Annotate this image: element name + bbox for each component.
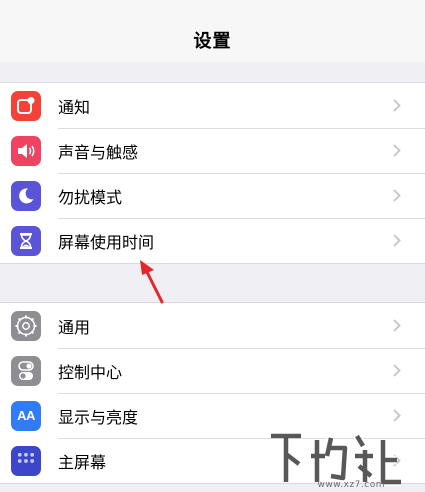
row-label: 屏幕使用时间 xyxy=(58,232,155,252)
settings-row-sounds[interactable]: 声音与触感 xyxy=(0,128,425,173)
chevron-right-icon xyxy=(393,364,401,377)
chevron-right-icon xyxy=(393,454,401,467)
row-label: 通用 xyxy=(58,317,91,337)
general-gear-icon xyxy=(11,310,41,341)
section-spacer xyxy=(0,264,425,302)
settings-screen: 设置 通知 声音与触感 勿扰模式 屏幕使用时间 通用 控制中心 AA 显示与亮度… xyxy=(0,0,425,492)
settings-row-screen-time[interactable]: 屏幕使用时间 xyxy=(0,218,425,263)
settings-group-1: 通知 声音与触感 勿扰模式 屏幕使用时间 xyxy=(0,82,425,264)
status-bar xyxy=(0,0,425,18)
display-brightness-icon: AA xyxy=(11,400,41,431)
settings-row-control-center[interactable]: 控制中心 xyxy=(0,348,425,393)
navigation-bar: 设置 xyxy=(0,18,425,62)
row-label: 勿扰模式 xyxy=(58,187,123,207)
chevron-right-icon xyxy=(393,319,401,332)
home-screen-icon xyxy=(11,445,41,476)
page-title: 设置 xyxy=(193,31,232,52)
settings-row-home-screen[interactable]: 主屏幕 xyxy=(0,438,425,483)
chevron-right-icon xyxy=(393,409,401,422)
chevron-right-icon xyxy=(393,144,401,157)
chevron-right-icon xyxy=(393,99,401,112)
row-label: 控制中心 xyxy=(58,362,123,382)
settings-row-general[interactable]: 通用 xyxy=(0,303,425,348)
row-label: 声音与触感 xyxy=(58,142,139,162)
screen-time-hourglass-icon xyxy=(11,225,41,256)
sounds-icon xyxy=(11,135,41,166)
settings-row-do-not-disturb[interactable]: 勿扰模式 xyxy=(0,173,425,218)
settings-group-2: 通用 控制中心 AA 显示与亮度 主屏幕 xyxy=(0,302,425,484)
control-center-icon xyxy=(11,355,41,386)
settings-row-display-brightness[interactable]: AA 显示与亮度 xyxy=(0,393,425,438)
settings-row-notifications[interactable]: 通知 xyxy=(0,83,425,128)
row-label: 主屏幕 xyxy=(58,452,107,472)
section-spacer xyxy=(0,62,425,82)
chevron-right-icon xyxy=(393,189,401,202)
row-label: 通知 xyxy=(58,97,91,117)
do-not-disturb-moon-icon xyxy=(11,180,41,211)
row-label: 显示与亮度 xyxy=(58,407,139,427)
display-icon-text: AA xyxy=(17,408,35,423)
chevron-right-icon xyxy=(393,234,401,247)
notifications-icon xyxy=(11,90,41,121)
